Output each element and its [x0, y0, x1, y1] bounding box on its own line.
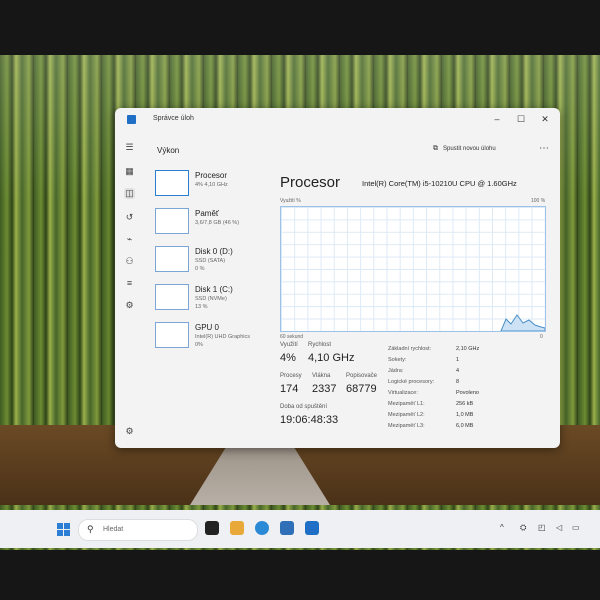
window-title: Správce úloh	[153, 115, 194, 122]
search-icon: ⚲	[87, 524, 94, 534]
search-placeholder: Hledat	[103, 526, 124, 533]
device-memory[interactable]: Paměť 3,6/7,8 GB (46 %)	[149, 206, 269, 238]
handles-value: 68779	[346, 383, 377, 395]
device-sub: Intel(R) UHD Graphics 0%	[195, 334, 251, 348]
device-sub: SSD (SATA) 0 %	[195, 258, 226, 272]
services-icon[interactable]: ⚙	[124, 300, 135, 311]
cpu-model: Intel(R) Core(TM) i5-10210U CPU @ 1.60GH…	[362, 179, 517, 188]
device-sub: 4% 4,10 GHz	[195, 182, 228, 188]
graph-max-label: 100 %	[531, 198, 546, 204]
processes-icon[interactable]: ▦	[124, 166, 135, 177]
device-name: GPU 0	[195, 323, 220, 332]
settings-icon[interactable]: ⚙	[124, 426, 135, 437]
title-bar[interactable]: Správce úloh – ☐ ✕	[115, 108, 560, 130]
cpu-graph	[280, 206, 546, 332]
run-new-task-button[interactable]: Spustit novou úlohu	[443, 146, 496, 152]
taskbar: ⚲ Hledat ^ ⛭ ◰ ◁ ▭	[0, 510, 600, 548]
spec-value: 4	[456, 368, 460, 374]
speed-value: 4,10 GHz	[308, 352, 355, 364]
uptime-value: 19:06:48:33	[280, 414, 339, 426]
spec-label: Logické procesory:	[388, 379, 435, 385]
edge-icon[interactable]	[255, 521, 269, 535]
battery-icon[interactable]: ▭	[572, 523, 580, 532]
device-thumbnail	[155, 246, 189, 272]
left-nav: ☰ ▦ ◫ ↺ ⌁ ⚇ ≡ ⚙ ⚙	[115, 130, 143, 448]
task-manager-taskbar-icon[interactable]	[305, 521, 319, 535]
spec-value: 6,0 MB	[456, 423, 474, 429]
store-icon[interactable]	[280, 521, 294, 535]
speed-label: Rychlost	[308, 342, 332, 348]
spec-value: 8	[456, 379, 460, 385]
graph-min-label: 0	[540, 334, 543, 340]
device-gpu-0[interactable]: GPU 0 Intel(R) UHD Graphics 0%	[149, 320, 269, 352]
cpu-title: Procesor	[280, 174, 341, 191]
device-thumbnail	[155, 208, 189, 234]
spec-value: 2,10 GHz	[456, 346, 480, 352]
spec-value: 256 kB	[456, 401, 474, 407]
minimize-button[interactable]: –	[487, 112, 507, 126]
users-icon[interactable]: ⚇	[124, 256, 135, 267]
file-explorer-icon[interactable]	[230, 521, 244, 535]
task-manager-icon	[127, 115, 136, 124]
network-icon[interactable]: ◰	[538, 523, 546, 532]
task-manager-window: Správce úloh – ☐ ✕ ☰ ▦ ◫ ↺ ⌁ ⚇ ≡ ⚙ ⚙ Výk…	[115, 108, 560, 448]
details-icon[interactable]: ≡	[124, 278, 135, 289]
processes-label: Procesy	[280, 373, 302, 379]
cpu-graph-line	[500, 314, 545, 331]
handles-label: Popisovače	[346, 373, 378, 379]
device-thumbnail	[155, 322, 189, 348]
cpu-panel: Procesor Intel(R) Core(TM) i5-10210U CPU…	[278, 166, 553, 448]
graph-time-label: 60 sekund	[280, 334, 304, 340]
performance-icon[interactable]: ◫	[124, 188, 135, 199]
close-button[interactable]: ✕	[535, 112, 555, 126]
spec-label: Mezipaměť L3:	[388, 423, 425, 429]
processes-value: 174	[280, 383, 299, 395]
device-sub: SSD (NVMe) 13 %	[195, 296, 227, 310]
app-history-icon[interactable]: ↺	[124, 212, 135, 223]
threads-value: 2337	[312, 383, 337, 395]
spec-value: 1,0 MB	[456, 412, 474, 418]
toolbar: Výkon ⧉ Spustit novou úlohu ⋯	[143, 138, 560, 160]
graph-util-label: Využití %	[280, 198, 301, 204]
spec-label: Mezipaměť L1:	[388, 401, 425, 407]
device-name: Disk 1 (C:)	[195, 285, 233, 294]
spec-label: Mezipaměť L2:	[388, 412, 425, 418]
device-name: Procesor	[195, 171, 228, 180]
run-task-icon[interactable]: ⧉	[433, 145, 438, 153]
spec-value: 1	[456, 357, 460, 363]
tray-app-icon[interactable]: ⛭	[520, 523, 526, 533]
utilization-value: 4%	[280, 352, 296, 364]
device-cpu[interactable]: Procesor 4% 4,10 GHz	[149, 168, 269, 200]
spec-label: Virtualizace:	[388, 390, 418, 396]
device-disk-0[interactable]: Disk 0 (D:) SSD (SATA) 0 %	[149, 244, 269, 276]
threads-label: Vlákna	[312, 373, 331, 379]
utilization-label: Využití	[280, 342, 298, 348]
spec-label: Jádra:	[388, 368, 404, 374]
spec-label: Základní rychlost:	[388, 346, 432, 352]
startup-apps-icon[interactable]: ⌁	[124, 234, 135, 245]
maximize-button[interactable]: ☐	[511, 112, 531, 126]
device-thumbnail	[155, 284, 189, 310]
start-button[interactable]	[57, 523, 70, 536]
device-sub: 3,6/7,8 GB (46 %)	[195, 220, 240, 226]
spec-value: Povoleno	[456, 390, 479, 396]
device-disk-1[interactable]: Disk 1 (C:) SSD (NVMe) 13 %	[149, 282, 269, 314]
more-options-icon[interactable]: ⋯	[539, 143, 549, 154]
tray-chevron-icon[interactable]: ^	[500, 523, 504, 532]
device-name: Disk 0 (D:)	[195, 247, 233, 256]
search-box[interactable]: ⚲ Hledat	[78, 519, 198, 541]
taskbar-app-icon[interactable]	[205, 521, 219, 535]
uptime-label: Doba od spuštění	[280, 404, 328, 410]
page-title: Výkon	[157, 146, 180, 155]
device-thumbnail	[155, 170, 189, 196]
menu-icon[interactable]: ☰	[124, 142, 135, 153]
volume-icon[interactable]: ◁	[556, 523, 562, 532]
spec-label: Sokety:	[388, 357, 407, 363]
device-name: Paměť	[195, 209, 219, 218]
